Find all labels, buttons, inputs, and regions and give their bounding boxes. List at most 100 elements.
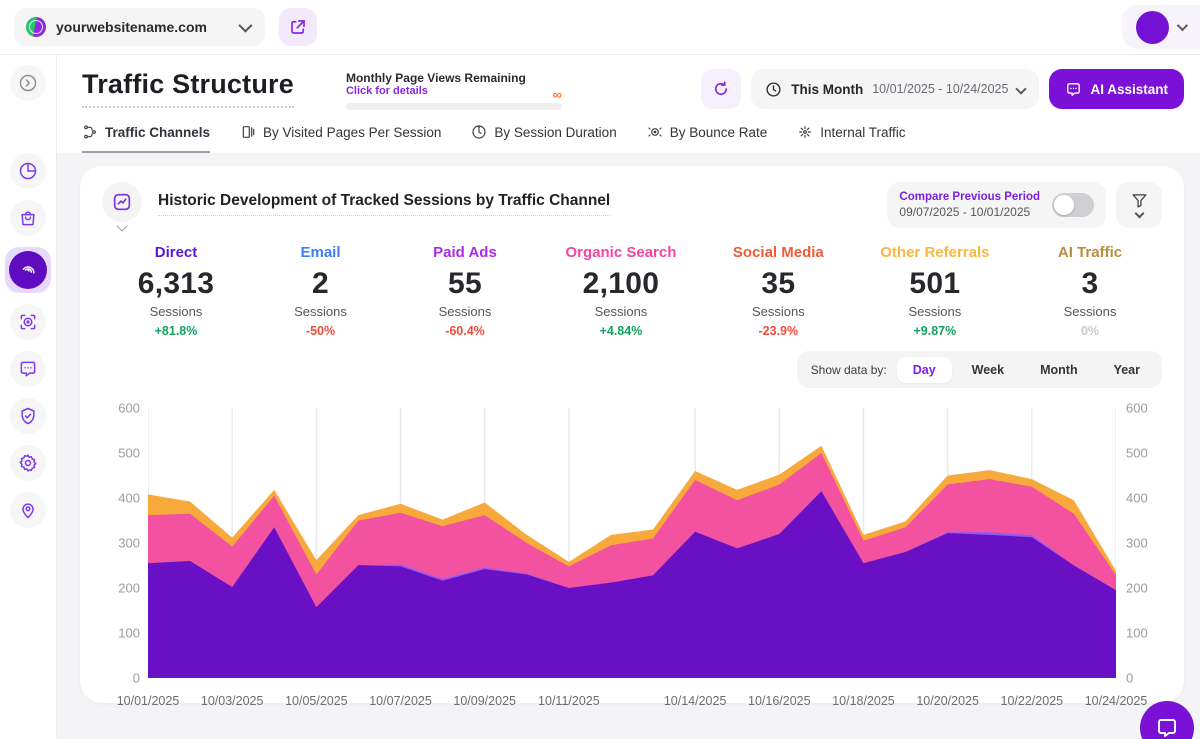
channel-name: Direct <box>132 244 220 261</box>
sidebar-item-feedback[interactable] <box>10 351 46 387</box>
y-tick-label: 300 <box>118 536 140 551</box>
chat-bubble-icon <box>18 359 38 379</box>
open-site-button[interactable] <box>279 8 317 46</box>
channel-name: Other Referrals <box>880 244 989 261</box>
compare-label: Compare Previous Period <box>899 191 1040 203</box>
channel-name: Email <box>277 244 365 261</box>
x-tick-label: 10/16/2025 <box>748 694 811 708</box>
content-area: Historic Development of Tracked Sessions… <box>57 153 1200 739</box>
sidebar-item-locations[interactable] <box>10 492 46 528</box>
y-tick-label: 500 <box>118 446 140 461</box>
gear-icon <box>18 453 38 473</box>
channel-sessions-value: 2 <box>277 267 365 301</box>
channel-sessions-value: 35 <box>733 267 824 301</box>
site-selector[interactable]: yourwebsitename.com <box>14 8 265 46</box>
granularity-switcher: Show data by: DayWeekMonthYear <box>797 351 1162 388</box>
sidebar-item-settings[interactable] <box>10 445 46 481</box>
duration-icon <box>471 124 487 140</box>
tab-bounce-rate[interactable]: By Bounce Rate <box>647 124 768 153</box>
y-tick-label: 100 <box>118 626 140 641</box>
granularity-option-day[interactable]: Day <box>897 357 952 383</box>
y-tick-label: 400 <box>118 491 140 506</box>
sidebar-item-dashboard[interactable] <box>10 153 46 189</box>
filter-button[interactable] <box>1116 182 1162 228</box>
x-tick-label: 10/11/2025 <box>538 694 600 708</box>
channel-unit: Sessions <box>277 304 365 319</box>
y-tick-label: 400 <box>1126 491 1148 506</box>
y-axis-right: 0100200300400500600 <box>1116 398 1162 688</box>
x-tick-label: 10/01/2025 <box>117 694 180 708</box>
tab-session-duration[interactable]: By Session Duration <box>471 124 616 153</box>
sidebar-collapse-button[interactable] <box>10 65 46 101</box>
sidebar-item-goals[interactable] <box>10 304 46 340</box>
ai-assistant-button[interactable]: AI Assistant <box>1049 69 1184 109</box>
channel-name: Social Media <box>733 244 824 261</box>
channel-sessions-value: 501 <box>880 267 989 301</box>
channel-stat-social-media[interactable]: Social Media35Sessions-23.9% <box>733 244 824 338</box>
y-tick-label: 600 <box>118 401 140 416</box>
x-tick-label: 10/09/2025 <box>453 694 516 708</box>
tab-internal-traffic[interactable]: Internal Traffic <box>797 124 905 153</box>
channel-stat-email[interactable]: Email2Sessions-50% <box>277 244 365 338</box>
compare-range: 09/07/2025 - 10/01/2025 <box>899 205 1040 219</box>
x-axis-labels: 10/01/202510/03/202510/05/202510/07/2025… <box>148 692 1116 716</box>
chevron-down-icon <box>1016 83 1027 94</box>
granularity-option-week[interactable]: Week <box>956 357 1020 383</box>
granularity-option-month[interactable]: Month <box>1024 357 1093 383</box>
channel-stat-other-referrals[interactable]: Other Referrals501Sessions+9.87% <box>880 244 989 338</box>
channel-stats: Direct6,313Sessions+81.8%Email2Sessions-… <box>102 228 1162 338</box>
x-tick-label: 10/18/2025 <box>832 694 895 708</box>
monthly-page-views: Monthly Page Views Remaining Click for d… <box>346 69 562 110</box>
date-range-selector[interactable]: This Month 10/01/2025 - 10/24/2025 <box>751 69 1039 109</box>
refresh-button[interactable] <box>701 69 741 109</box>
page-header: Traffic Structure Monthly Page Views Rem… <box>57 55 1200 153</box>
y-axis-left: 0100200300400500600 <box>102 398 148 688</box>
channel-stat-paid-ads[interactable]: Paid Ads55Sessions-60.4% <box>421 244 509 338</box>
channel-name: AI Traffic <box>1046 244 1134 261</box>
target-scan-icon <box>18 312 38 332</box>
tab-traffic-channels[interactable]: Traffic Channels <box>82 124 210 153</box>
channel-stat-ai-traffic[interactable]: AI Traffic3Sessions0% <box>1046 244 1134 338</box>
x-tick-label: 10/05/2025 <box>285 694 348 708</box>
sidebar-item-security[interactable] <box>10 398 46 434</box>
y-tick-label: 200 <box>118 581 140 596</box>
y-tick-label: 200 <box>1126 581 1148 596</box>
x-tick-label: 10/22/2025 <box>1001 694 1064 708</box>
channel-name: Paid Ads <box>421 244 509 261</box>
channel-sessions-value: 6,313 <box>132 267 220 301</box>
shield-check-icon <box>18 406 38 426</box>
x-tick-label: 10/20/2025 <box>916 694 979 708</box>
x-tick-label: 10/24/2025 <box>1085 694 1148 708</box>
chart-type-selector[interactable] <box>102 182 142 222</box>
show-data-by-label: Show data by: <box>811 363 887 377</box>
tab-label: By Bounce Rate <box>670 125 768 140</box>
tab-label: Internal Traffic <box>820 125 905 140</box>
sidebar-item-ecommerce[interactable] <box>10 200 46 236</box>
pages-icon <box>240 124 256 140</box>
channel-stat-organic-search[interactable]: Organic Search2,100Sessions+4.84% <box>566 244 677 338</box>
sidebar-item-traffic-active[interactable] <box>5 247 51 293</box>
compare-toggle[interactable] <box>1052 193 1094 217</box>
refresh-icon <box>712 80 730 98</box>
tab-label: Traffic Channels <box>105 125 210 140</box>
channel-sessions-value: 55 <box>421 267 509 301</box>
stacked-area-plot[interactable] <box>148 398 1116 688</box>
channels-icon <box>82 124 98 140</box>
user-menu[interactable] <box>1122 5 1200 49</box>
channel-stat-direct[interactable]: Direct6,313Sessions+81.8% <box>132 244 220 338</box>
mpv-title: Monthly Page Views Remaining <box>346 71 562 85</box>
mpv-details-link[interactable]: Click for details <box>346 85 562 97</box>
ai-assistant-label: AI Assistant <box>1090 82 1168 97</box>
granularity-option-year[interactable]: Year <box>1098 357 1156 383</box>
x-tick-label: 10/14/2025 <box>664 694 727 708</box>
compare-previous-period: Compare Previous Period 09/07/2025 - 10/… <box>887 182 1106 228</box>
channel-unit: Sessions <box>566 304 677 319</box>
channel-delta: +9.87% <box>880 324 989 338</box>
channel-sessions-value: 2,100 <box>566 267 677 301</box>
y-tick-label: 500 <box>1126 446 1148 461</box>
channel-delta: 0% <box>1046 324 1134 338</box>
collapse-arrow-icon <box>18 73 38 93</box>
external-link-icon <box>289 18 307 36</box>
tab-visited-pages[interactable]: By Visited Pages Per Session <box>240 124 441 153</box>
y-tick-label: 300 <box>1126 536 1148 551</box>
